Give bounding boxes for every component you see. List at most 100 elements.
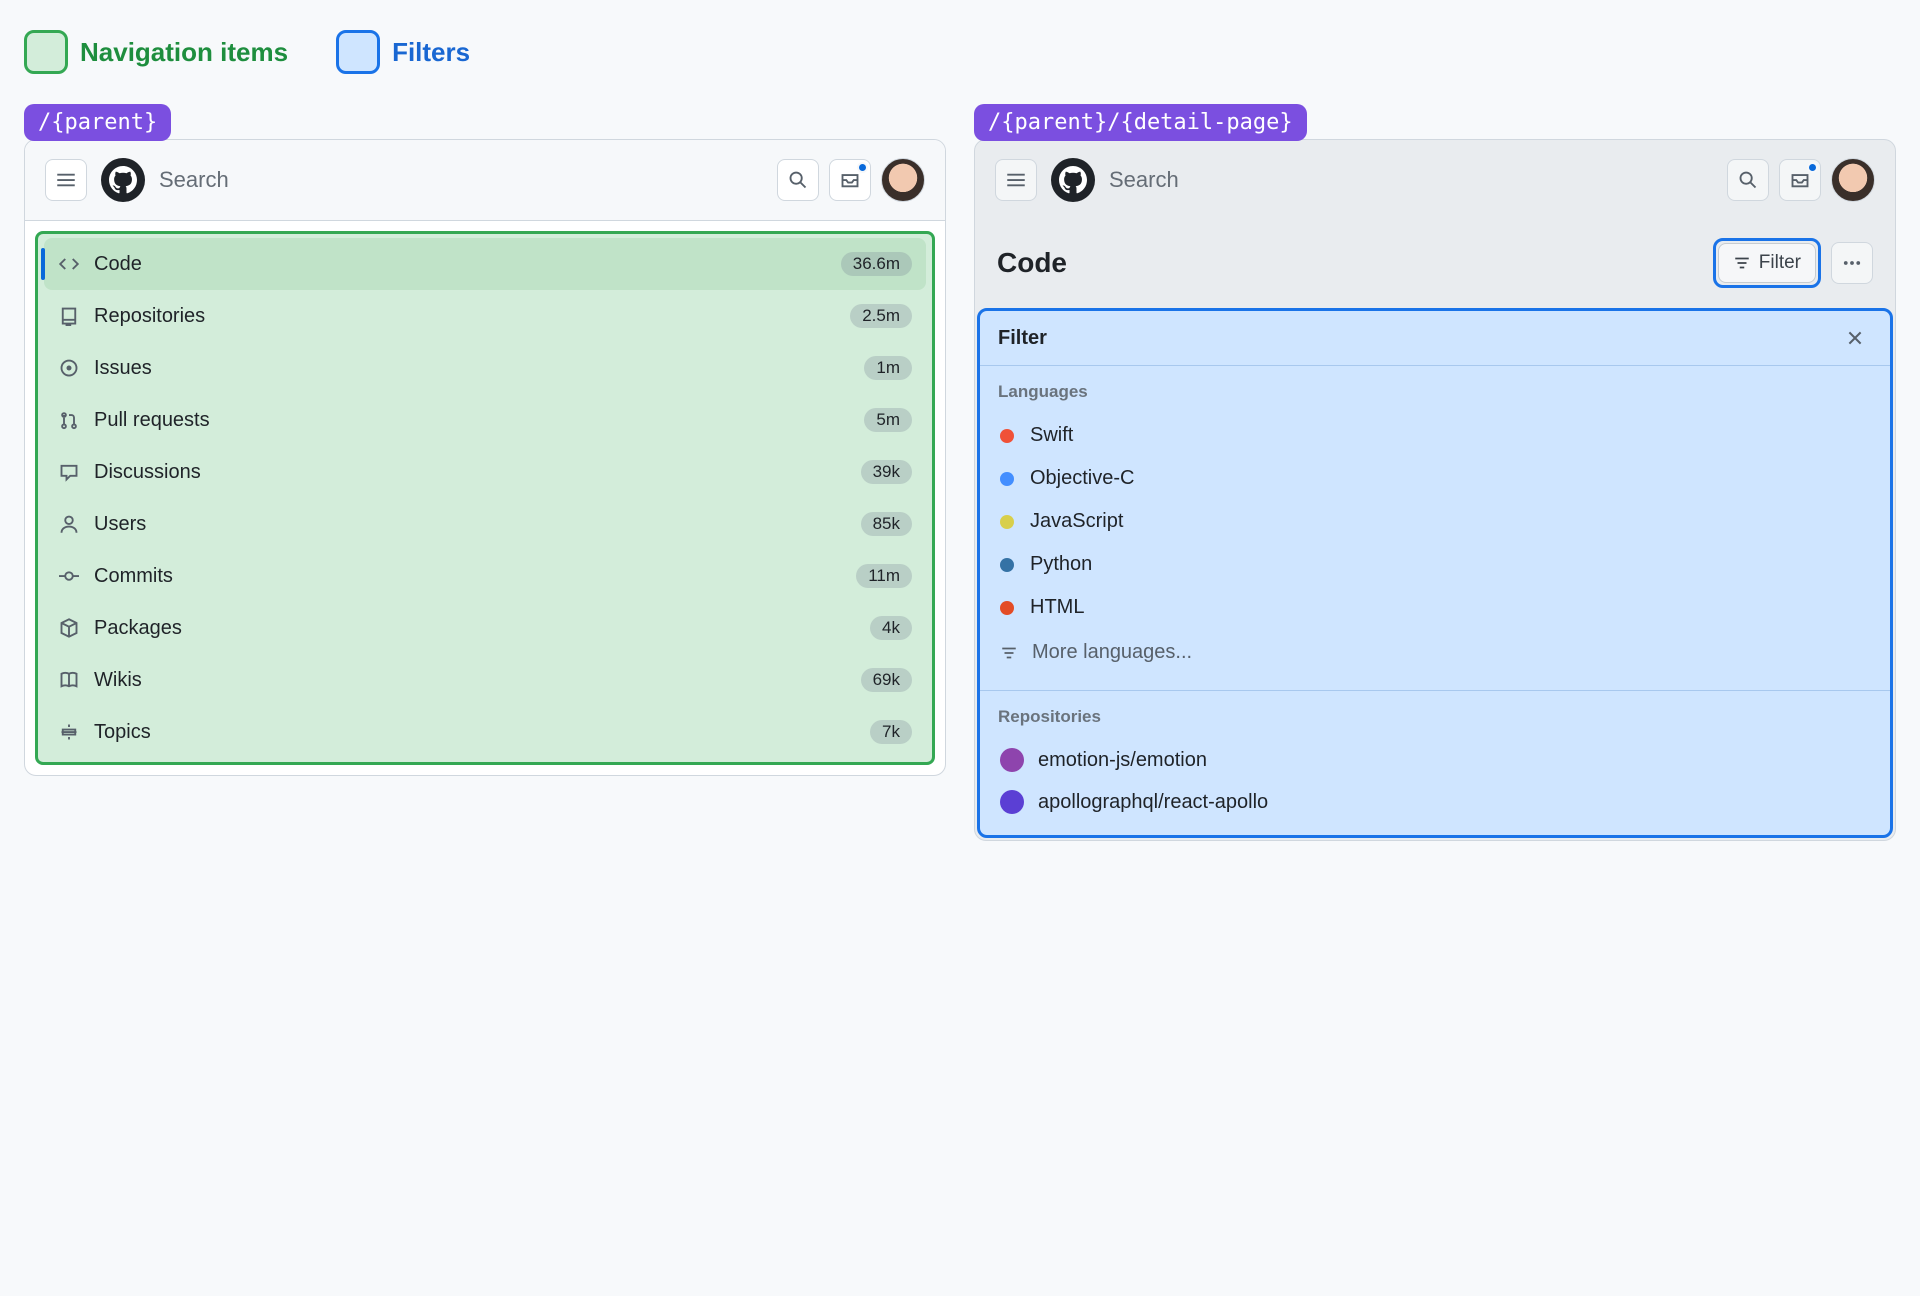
hamburger-button[interactable]: [995, 159, 1037, 201]
language-row-objective-c[interactable]: Objective-C: [998, 457, 1872, 500]
nav-item-issues[interactable]: Issues 1m: [44, 342, 926, 394]
nav-label: Users: [94, 513, 847, 536]
nav-count: 5m: [864, 408, 912, 432]
nav-count: 2.5m: [850, 304, 912, 328]
search-button[interactable]: [777, 159, 819, 201]
avatar[interactable]: [1831, 158, 1875, 202]
filter-button-highlight: Filter: [1713, 238, 1821, 288]
nav-item-commits[interactable]: Commits 11m: [44, 550, 926, 602]
nav-item-users[interactable]: Users 85k: [44, 498, 926, 550]
legend-label-filters: Filters: [392, 37, 470, 68]
hamburger-icon: [56, 170, 76, 190]
legend-item-navigation: Navigation items: [24, 30, 288, 74]
repo-name: apollographql/react-apollo: [1038, 791, 1268, 814]
nav-item-packages[interactable]: Packages 4k: [44, 602, 926, 654]
route-tag-detail: /{parent}/{detail-page}: [974, 104, 1307, 141]
nav-label: Code: [94, 253, 827, 276]
issue-icon: [58, 357, 80, 379]
package-icon: [58, 617, 80, 639]
inbox-button[interactable]: [829, 159, 871, 201]
language-row-html[interactable]: HTML: [998, 586, 1872, 629]
page-title: Code: [997, 247, 1067, 279]
repo-row-emotion[interactable]: emotion-js/emotion: [998, 739, 1872, 781]
repo-avatar: [1000, 748, 1024, 772]
filter-sheet: Filter Languages Swift Objective-C JavaS: [977, 308, 1893, 838]
user-icon: [58, 513, 80, 535]
language-name: Python: [1030, 553, 1092, 576]
filter-button[interactable]: Filter: [1718, 243, 1816, 283]
hamburger-icon: [1006, 170, 1026, 190]
search-icon: [1738, 170, 1758, 190]
nav-label: Commits: [94, 565, 842, 588]
filter-sheet-title: Filter: [998, 327, 1047, 350]
notification-dot: [1807, 162, 1818, 173]
more-languages-row[interactable]: More languages...: [998, 629, 1872, 676]
page-header: Code Filter: [975, 220, 1895, 308]
language-row-python[interactable]: Python: [998, 543, 1872, 586]
topbar-right: Search: [975, 140, 1895, 220]
language-dot: [1000, 429, 1014, 443]
github-icon: [109, 166, 137, 194]
code-icon: [58, 253, 80, 275]
nav-label: Wikis: [94, 669, 847, 692]
github-icon: [1059, 166, 1087, 194]
nav-item-code[interactable]: Code 36.6m: [44, 238, 926, 290]
nav-count: 36.6m: [841, 252, 912, 276]
nav-count: 69k: [861, 668, 912, 692]
nav-item-wikis[interactable]: Wikis 69k: [44, 654, 926, 706]
swatch-navigation: [24, 30, 68, 74]
filter-sheet-header: Filter: [980, 311, 1890, 366]
nav-count: 7k: [870, 720, 912, 744]
legend-item-filters: Filters: [336, 30, 470, 74]
divider: [980, 690, 1890, 691]
repo-name: emotion-js/emotion: [1038, 749, 1207, 772]
legend: Navigation items Filters: [24, 30, 1896, 74]
nav-item-topics[interactable]: Topics 7k: [44, 706, 926, 758]
search-icon: [788, 170, 808, 190]
topic-icon: [58, 721, 80, 743]
nav-label: Repositories: [94, 305, 836, 328]
search-label[interactable]: Search: [1109, 167, 1713, 193]
search-label[interactable]: Search: [159, 167, 763, 193]
github-logo[interactable]: [101, 158, 145, 202]
more-button[interactable]: [1831, 242, 1873, 284]
legend-label-navigation: Navigation items: [80, 37, 288, 68]
nav-item-pull-requests[interactable]: Pull requests 5m: [44, 394, 926, 446]
inbox-button[interactable]: [1779, 159, 1821, 201]
nav-count: 11m: [856, 564, 912, 588]
language-row-javascript[interactable]: JavaScript: [998, 500, 1872, 543]
language-name: Swift: [1030, 424, 1073, 447]
nav-label: Discussions: [94, 461, 847, 484]
avatar[interactable]: [881, 158, 925, 202]
search-button[interactable]: [1727, 159, 1769, 201]
wiki-icon: [58, 669, 80, 691]
nav-label: Topics: [94, 721, 856, 744]
nav-label: Pull requests: [94, 409, 850, 432]
topbar-left: Search: [25, 140, 945, 221]
language-row-swift[interactable]: Swift: [998, 414, 1872, 457]
github-logo[interactable]: [1051, 158, 1095, 202]
inbox-icon: [840, 170, 860, 190]
nav-count: 4k: [870, 616, 912, 640]
language-name: JavaScript: [1030, 510, 1123, 533]
filter-button-label: Filter: [1759, 252, 1801, 274]
repo-row-apollo[interactable]: apollographql/react-apollo: [998, 781, 1872, 823]
discussion-icon: [58, 461, 80, 483]
panel-detail: Search Code Filter: [974, 139, 1896, 841]
close-icon: [1846, 329, 1864, 347]
nav-item-discussions[interactable]: Discussions 39k: [44, 446, 926, 498]
close-button[interactable]: [1838, 325, 1872, 351]
language-dot: [1000, 515, 1014, 529]
language-dot: [1000, 472, 1014, 486]
language-dot: [1000, 601, 1014, 615]
notification-dot: [857, 162, 868, 173]
language-name: HTML: [1030, 596, 1084, 619]
repo-avatar: [1000, 790, 1024, 814]
hamburger-button[interactable]: [45, 159, 87, 201]
route-tag-parent: /{parent}: [24, 104, 171, 141]
filter-icon: [1733, 254, 1751, 272]
inbox-icon: [1790, 170, 1810, 190]
kebab-icon: [1842, 253, 1862, 273]
nav-item-repositories[interactable]: Repositories 2.5m: [44, 290, 926, 342]
languages-label: Languages: [998, 382, 1872, 402]
